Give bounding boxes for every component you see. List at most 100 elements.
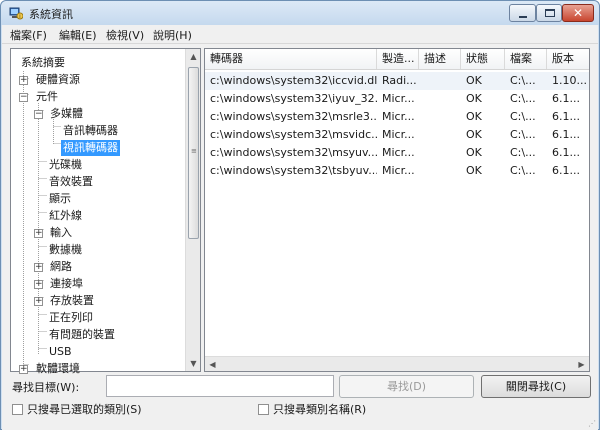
menu-edit[interactable]: 編輯(E) — [57, 27, 99, 43]
expand-icon[interactable]: + — [34, 280, 43, 289]
scroll-down-arrow-icon[interactable]: ▼ — [186, 356, 201, 371]
table-cell: C:\... — [510, 128, 536, 141]
maximize-button[interactable] — [536, 4, 562, 22]
maximize-icon — [545, 9, 555, 17]
table-cell: c:\windows\system32\msrle3... — [210, 110, 377, 123]
column-header-version[interactable]: 版本 — [547, 49, 589, 69]
table-cell: Micr... — [382, 128, 415, 141]
scroll-up-arrow-icon[interactable]: ▲ — [186, 49, 201, 64]
collapse-icon[interactable]: − — [19, 93, 28, 102]
checkbox-box[interactable] — [258, 403, 269, 415]
table-cell: OK — [466, 74, 482, 87]
table-cell — [419, 108, 461, 126]
table-row[interactable]: c:\windows\system32\msyuv.... Micr... OK C:… — [205, 144, 589, 162]
column-header-file[interactable]: 檔案 — [505, 49, 547, 69]
table-cell: c:\windows\system32\msvidc... — [210, 128, 377, 141]
grip-icon: ≡ — [191, 147, 197, 155]
table-cell: Micr... — [382, 164, 415, 177]
tree-item-label: 音訊轉碼器 — [63, 124, 118, 137]
table-cell: C:\... — [510, 164, 536, 177]
table-cell: c:\windows\system32\iyuv_32... — [210, 92, 377, 105]
title-bar[interactable]: i 系統資訊 ✕ — [1, 1, 599, 25]
close-button[interactable]: ✕ — [562, 4, 594, 22]
tree-item-label: 音效裝置 — [49, 175, 93, 188]
tree-item-label: 元件 — [36, 90, 58, 103]
table-cell: 6.1... — [552, 92, 580, 105]
table-cell: OK — [466, 110, 482, 123]
tree-item-label: 顯示 — [49, 192, 71, 205]
expand-icon[interactable]: + — [34, 229, 43, 238]
column-header-codec[interactable]: 轉碼器 — [205, 49, 377, 69]
table-cell: C:\... — [510, 74, 536, 87]
tree-item-label: 視訊轉碼器 — [61, 140, 120, 156]
table-row[interactable]: c:\windows\system32\tsbyuv.... Micr... OK C… — [205, 162, 589, 180]
table-cell — [419, 144, 461, 162]
category-tree[interactable]: 系統摘要 + 硬體資源 − 元件 − 多媒體 音訊轉碼器 視訊轉碼器 光碟機 音效裝置 顯示 紅外線 + 輸… — [10, 48, 201, 375]
search-category-names-label: 只搜尋類別名稱(R) — [273, 403, 367, 416]
tree-item-label: 硬體資源 — [36, 73, 80, 86]
expand-icon[interactable]: + — [19, 76, 28, 85]
table-cell — [419, 90, 461, 108]
tree-vertical-scrollbar[interactable]: ▲ ≡ ▼ — [185, 49, 200, 371]
list-horizontal-scrollbar[interactable]: ◀ ▶ — [205, 356, 589, 371]
table-cell: Micr... — [382, 92, 415, 105]
table-cell: Micr... — [382, 110, 415, 123]
table-cell: OK — [466, 128, 482, 141]
table-row[interactable]: c:\windows\system32\iyuv_32... Micr... OK C… — [205, 90, 589, 108]
table-cell: OK — [466, 92, 482, 105]
table-cell: C:\... — [510, 146, 536, 159]
tree-item-label: 紅外線 — [49, 209, 82, 222]
collapse-icon[interactable]: − — [34, 110, 43, 119]
find-label: 尋找目標(W): — [12, 381, 80, 394]
table-cell: Micr... — [382, 146, 415, 159]
table-cell — [419, 162, 461, 180]
details-list[interactable]: 轉碼器 製造... 描述 狀態 檔案 版本 c:\windows\system3… — [204, 48, 590, 372]
table-cell: c:\windows\system32\iccvid.dll — [210, 74, 377, 87]
column-header-manufacturer[interactable]: 製造... — [377, 49, 419, 69]
menu-bar: 檔案(F) 編輯(E) 檢視(V) 說明(H) — [2, 25, 598, 44]
menu-view[interactable]: 檢視(V) — [104, 27, 146, 43]
resize-grip-icon[interactable]: ⋰ — [588, 419, 596, 428]
scroll-right-arrow-icon[interactable]: ▶ — [574, 357, 589, 372]
table-cell: 6.1... — [552, 110, 580, 123]
close-find-button[interactable]: 關閉尋找(C) — [481, 375, 591, 398]
tree-scroll-thumb[interactable]: ≡ — [188, 67, 199, 239]
system-info-window: i 系統資訊 ✕ 檔案(F) 編輯(E) 檢視(V) 說明(H) 系統摘要 + … — [0, 0, 600, 430]
table-cell: C:\... — [510, 110, 536, 123]
tree-item-label: 輸入 — [50, 226, 72, 239]
column-header-row: 轉碼器 製造... 描述 狀態 檔案 版本 — [205, 49, 589, 70]
table-cell — [419, 126, 461, 144]
table-row[interactable]: c:\windows\system32\msrle3... Micr... OK C:… — [205, 108, 589, 126]
table-row[interactable]: c:\windows\system32\msvidc... Micr... OK C:… — [205, 126, 589, 144]
tree-item-label: 網路 — [50, 260, 72, 273]
menu-file[interactable]: 檔案(F) — [8, 27, 49, 43]
scroll-left-arrow-icon[interactable]: ◀ — [205, 357, 220, 372]
find-button[interactable]: 尋找(D) — [339, 375, 474, 398]
tree-item-label: 存放裝置 — [50, 294, 94, 307]
window-title: 系統資訊 — [29, 8, 73, 21]
table-row[interactable]: c:\windows\system32\iccvid.dll Radi... OK C… — [205, 72, 589, 90]
expand-icon[interactable]: + — [19, 365, 28, 374]
expand-icon[interactable]: + — [34, 263, 43, 272]
table-cell: 6.1... — [552, 146, 580, 159]
system-info-icon: i — [9, 7, 23, 20]
find-input[interactable] — [106, 375, 334, 397]
table-cell: 1.10... — [552, 74, 587, 87]
table-cell: c:\windows\system32\tsbyuv.... — [210, 164, 377, 177]
table-cell: Radi... — [382, 74, 417, 87]
table-cell: 6.1... — [552, 128, 580, 141]
checkbox-box[interactable] — [12, 403, 23, 415]
expand-icon[interactable]: + — [34, 297, 43, 306]
main-content: 系統摘要 + 硬體資源 − 元件 − 多媒體 音訊轉碼器 視訊轉碼器 光碟機 音效裝置 顯示 紅外線 + 輸… — [2, 44, 598, 430]
table-cell: 6.1... — [552, 164, 580, 177]
close-icon: ✕ — [572, 6, 584, 20]
svg-text:i: i — [19, 14, 20, 20]
search-category-names-checkbox[interactable]: 只搜尋類別名稱(R) — [258, 403, 366, 419]
minimize-button[interactable] — [509, 4, 536, 22]
menu-help[interactable]: 說明(H) — [151, 27, 194, 43]
column-header-description[interactable]: 描述 — [419, 49, 461, 69]
search-selected-category-label: 只搜尋已選取的類別(S) — [27, 403, 142, 416]
table-cell: c:\windows\system32\msyuv.... — [210, 146, 377, 159]
search-selected-category-checkbox[interactable]: 只搜尋已選取的類別(S) — [12, 403, 142, 419]
column-header-status[interactable]: 狀態 — [461, 49, 505, 69]
